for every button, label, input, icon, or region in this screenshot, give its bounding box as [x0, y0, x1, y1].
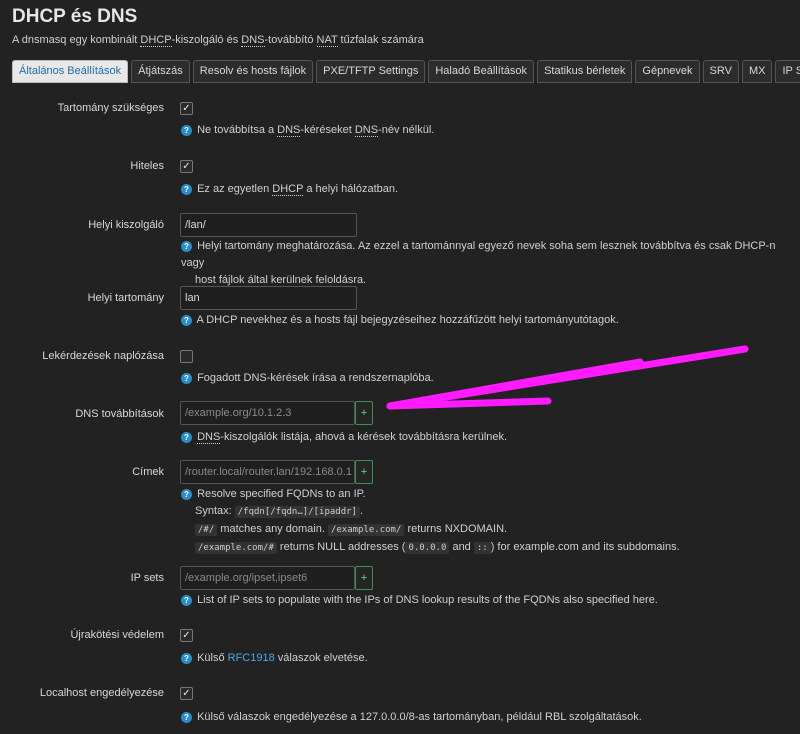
page-title: DHCP és DNS: [12, 6, 138, 27]
local-server-input[interactable]: /lan/: [180, 213, 357, 237]
dns-forwardings-help: ? DNS-kiszolgálók listája, ahová a kérés…: [181, 429, 791, 446]
tab-resolv-hosts[interactable]: Resolv és hosts fájlok: [192, 60, 314, 83]
tab-pxe-tftp[interactable]: PXE/TFTP Settings: [316, 60, 426, 83]
check-icon: ✓: [182, 161, 191, 172]
question-circle-icon: ?: [181, 489, 192, 500]
tab-general-settings[interactable]: Általános Beállítások: [12, 60, 129, 83]
check-icon: ✓: [182, 630, 191, 641]
log-queries-checkbox[interactable]: [180, 350, 193, 363]
question-circle-icon: ?: [181, 432, 192, 443]
ipsets-label: IP sets: [130, 572, 164, 584]
addresses-label: Címek: [132, 466, 164, 478]
page-subtitle: A dnsmasq egy kombinált DHCP-kiszolgáló …: [12, 34, 424, 47]
question-circle-icon: ?: [181, 241, 192, 252]
local-server-help: ? Helyi tartomány meghatározása. Az ezze…: [181, 240, 776, 286]
local-server-label: Helyi kiszolgáló: [88, 219, 164, 231]
question-circle-icon: ?: [181, 595, 192, 606]
rebind-protection-help: ? Külső RFC1918 válaszok elvetése.: [181, 650, 791, 667]
ipsets-add-button[interactable]: +: [355, 566, 373, 590]
question-circle-icon: ?: [181, 712, 192, 723]
local-domain-label: Helyi tartomány: [87, 292, 164, 304]
domain-required-checkbox[interactable]: ✓: [180, 102, 193, 115]
addresses-add-button[interactable]: +: [355, 460, 373, 484]
question-circle-icon: ?: [181, 184, 192, 195]
tab-static-leases[interactable]: Statikus bérletek: [537, 60, 633, 83]
local-domain-help: ? A DHCP nevekhez és a hosts fájl bejegy…: [181, 312, 791, 329]
domain-required-label: Tartomány szükséges: [57, 102, 164, 114]
authoritative-label: Hiteles: [130, 160, 164, 172]
question-circle-icon: ?: [181, 315, 192, 326]
localhost-allowed-label: Localhost engedélyezése: [39, 687, 164, 699]
rebind-protection-label: Újrakötési védelem: [70, 629, 164, 641]
log-queries-label: Lekérdezések naplózása: [42, 350, 164, 362]
rebind-protection-checkbox[interactable]: ✓: [180, 629, 193, 642]
dns-forwardings-add-button[interactable]: +: [355, 401, 373, 425]
dns-forwardings-label: DNS továbbítások: [75, 408, 164, 420]
check-icon: ✓: [182, 688, 191, 699]
localhost-allowed-help: ? Külső válaszok engedélyezése a 127.0.0…: [181, 709, 791, 726]
question-circle-icon: ?: [181, 653, 192, 664]
tab-advanced[interactable]: Haladó Beállítások: [428, 60, 535, 83]
tab-mx[interactable]: MX: [741, 60, 773, 83]
tab-hostnames[interactable]: Gépnevek: [635, 60, 700, 83]
localhost-allowed-checkbox[interactable]: ✓: [180, 687, 193, 700]
addresses-help: ? Resolve specified FQDNs to an IP. Synt…: [181, 486, 791, 557]
authoritative-checkbox[interactable]: ✓: [180, 160, 193, 173]
log-queries-help: ? Fogadott DNS-kérések írása a rendszern…: [181, 370, 791, 387]
question-circle-icon: ?: [181, 125, 192, 136]
tab-srv[interactable]: SRV: [702, 60, 739, 83]
ipsets-help: ? List of IP sets to populate with the I…: [181, 592, 791, 609]
rfc1918-link[interactable]: RFC1918: [228, 652, 275, 664]
addresses-input[interactable]: /router.local/router.lan/192.168.0.1: [180, 460, 355, 484]
check-icon: ✓: [182, 103, 191, 114]
ipsets-input[interactable]: /example.org/ipset,ipset6: [180, 566, 355, 590]
dns-forwardings-input[interactable]: /example.org/10.1.2.3: [180, 401, 355, 425]
authoritative-help: ? Ez az egyetlen DHCP a helyi hálózatban…: [181, 181, 791, 198]
tab-ip-sets[interactable]: IP Sets: [775, 60, 800, 83]
question-circle-icon: ?: [181, 373, 192, 384]
tab-bar: Általános Beállítások Átjátszás Resolv és …: [12, 60, 800, 83]
tab-relay[interactable]: Átjátszás: [131, 60, 190, 83]
domain-required-help: ? Ne továbbítsa a DNS-kéréseket DNS-név …: [181, 122, 791, 139]
local-domain-input[interactable]: lan: [180, 286, 357, 310]
